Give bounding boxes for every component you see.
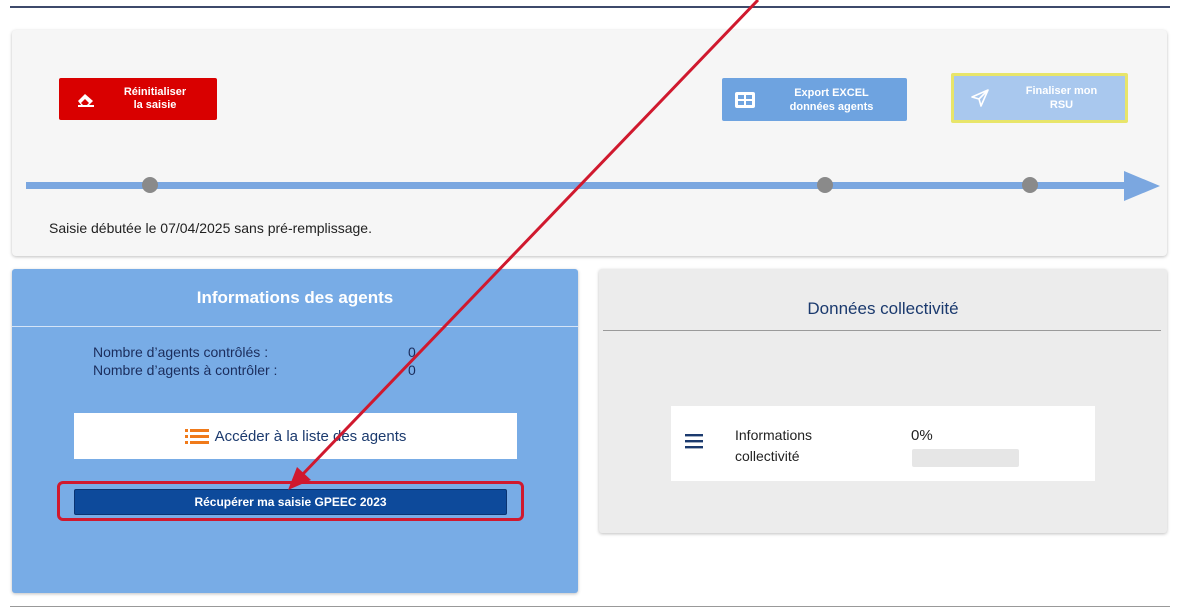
collectivite-card: Données collectivité Informations collec… [599, 269, 1167, 533]
collectivite-card-title: Données collectivité [807, 299, 959, 318]
timeline-step-dot [817, 177, 833, 193]
list-icon [184, 428, 209, 444]
recover-gpeec-button[interactable]: Récupérer ma saisie GPEEC 2023 [74, 489, 507, 515]
table-icon [734, 91, 770, 109]
agents-to-control-label: Nombre d’agents à contrôler : [93, 362, 278, 378]
divider [603, 330, 1161, 331]
send-icon [970, 88, 1006, 108]
finalize-rsu-label: Finaliser mon RSU [1025, 85, 1098, 111]
agents-to-control-value: 0 [408, 362, 416, 378]
agents-list-label: Accéder à la liste des agents [214, 427, 407, 445]
timeline-arrow [1124, 171, 1160, 201]
eraser-icon [71, 91, 101, 107]
divider [12, 326, 578, 327]
agents-info-card: Informations des agents Nombre d’agents … [12, 269, 578, 593]
progress-bar [912, 449, 1019, 467]
controlled-agents-value: 0 [408, 344, 416, 360]
agents-list-button[interactable]: Accéder à la liste des agents [74, 413, 517, 459]
menu-icon [685, 433, 705, 454]
export-excel-label: Export EXCEL données agents [789, 86, 874, 113]
top-divider [10, 6, 1170, 8]
agents-card-title: Informations des agents [196, 288, 394, 307]
collectivite-info-label: Informations collectivité [735, 427, 813, 464]
controlled-agents-label: Nombre d’agents contrôlés : [93, 344, 269, 360]
export-excel-button[interactable]: Export EXCEL données agents [722, 78, 907, 121]
collectivite-info-item[interactable]: Informations collectivité 0% [671, 406, 1095, 481]
annotation-highlight-box: Récupérer ma saisie GPEEC 2023 [57, 481, 524, 521]
entry-status-text: Saisie débutée le 07/04/2025 sans pré-re… [49, 220, 372, 236]
timeline-step-dot [1022, 177, 1038, 193]
finalize-rsu-button[interactable]: Finaliser mon RSU [951, 73, 1128, 123]
reset-entry-button[interactable]: Réinitialiser la saisie [59, 78, 217, 120]
bottom-divider [10, 606, 1170, 607]
timeline-card: Réinitialiser la saisie Export EXCEL don… [12, 30, 1167, 256]
timeline-line [26, 182, 1131, 189]
timeline-step-dot [142, 177, 158, 193]
reset-entry-label: Réinitialiser la saisie [123, 86, 187, 111]
collectivite-info-percent: 0% [911, 427, 933, 444]
